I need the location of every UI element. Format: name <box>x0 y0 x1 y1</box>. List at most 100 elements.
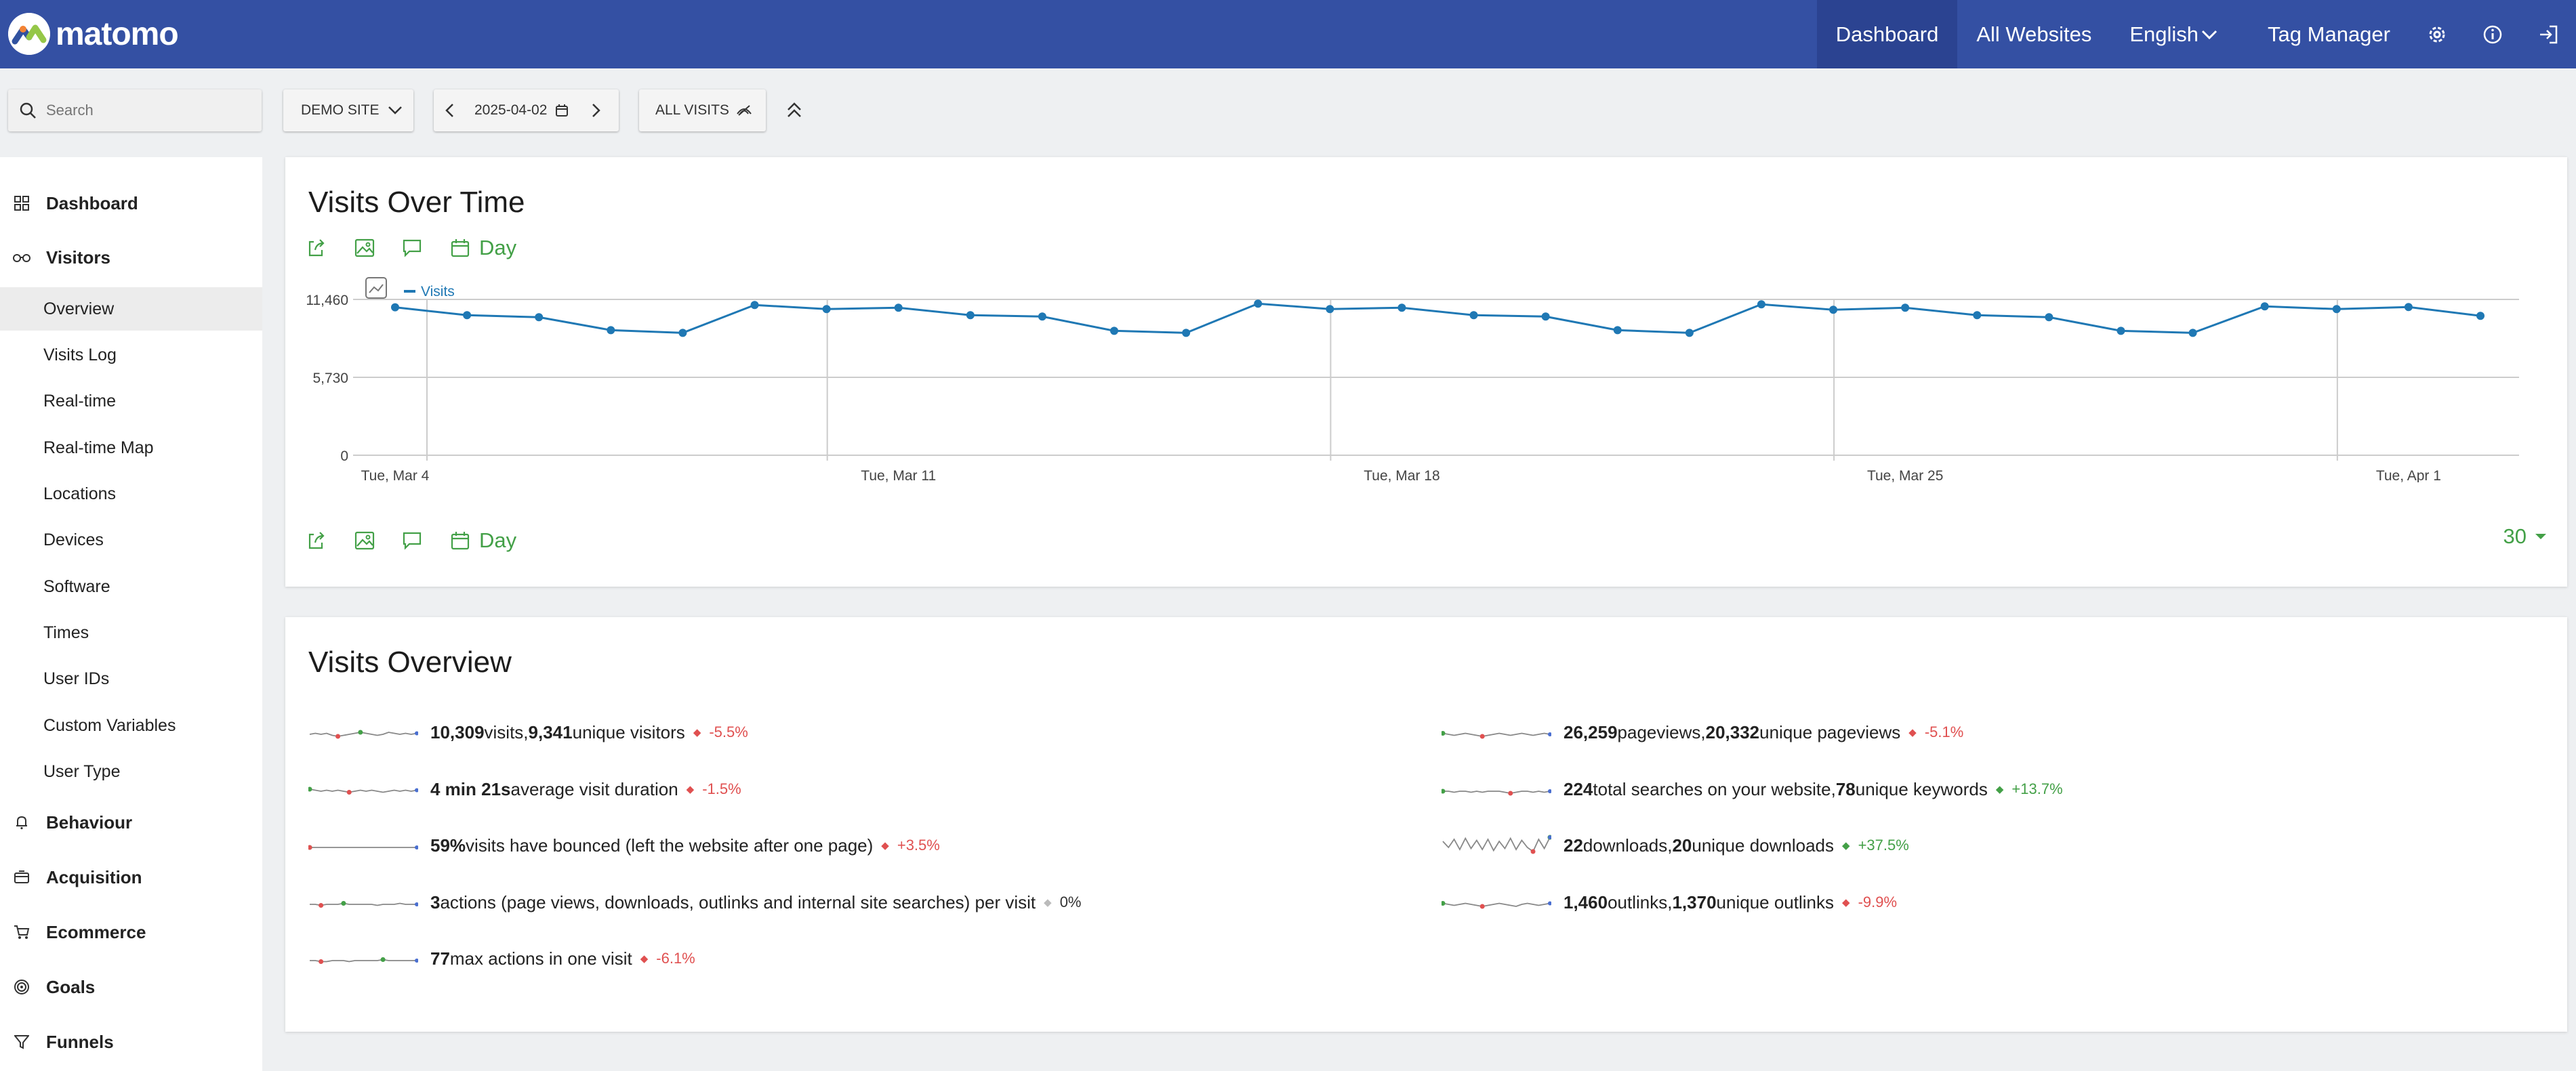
visits-over-time-widget: Visits Over Time Day 11,460 5,730 0 Tue, Ma… <box>285 157 2567 587</box>
sparkline-min-marker <box>346 790 352 795</box>
trend-marker-icon: ◆ <box>1908 727 1917 738</box>
sparkline-chart <box>308 845 418 850</box>
sidebar-item-user-type[interactable]: User Type <box>0 750 262 793</box>
sidebar-item-dashboard[interactable]: Dashboard <box>0 183 262 224</box>
trend-marker-icon: ◆ <box>881 840 889 852</box>
sign-out-button[interactable] <box>2520 0 2576 68</box>
top-bar: matomo Dashboard All Websites English Ta… <box>0 0 2576 68</box>
sidebar-item-real-time[interactable]: Real-time <box>0 379 262 423</box>
sparkline-last-marker <box>415 788 418 793</box>
sidebar-item-funnels[interactable]: Funnels <box>0 1022 262 1062</box>
data-point <box>1182 329 1191 337</box>
sidebar-item-ecommerce[interactable]: Ecommerce <box>0 912 262 952</box>
chevron-down-icon <box>388 106 402 114</box>
search-input[interactable] <box>46 102 236 119</box>
metric-label: downloads, <box>1582 835 1673 856</box>
sparkline-row[interactable]: 22 downloads, 20 unique downloads ◆ +37.5% <box>1442 831 1909 860</box>
sidebar-item-visitors[interactable]: Visitors <box>0 237 262 278</box>
sidebar-item-behaviour[interactable]: Behaviour <box>0 802 262 843</box>
sparkline-row[interactable]: 4 min 21s average visit duration ◆ -1.5% <box>308 774 741 804</box>
data-point <box>1326 305 1334 314</box>
data-point <box>1973 311 1982 320</box>
sparkline-max-marker <box>341 901 346 906</box>
sparkline-max-marker <box>1442 901 1446 906</box>
limit-selector[interactable]: 30 <box>2503 524 2547 549</box>
search-box[interactable] <box>8 89 262 131</box>
metric-label: outlinks, <box>1608 891 1673 912</box>
trend-marker-icon: ◆ <box>1044 897 1052 908</box>
sidebar-item-locations[interactable]: Locations <box>0 472 262 516</box>
sidebar-item-overview[interactable]: Overview <box>0 287 262 331</box>
y-tick-label: 5,730 <box>312 371 348 386</box>
date-selector: 2025-04-02 <box>434 89 619 131</box>
sparkline-last-marker <box>1548 789 1551 793</box>
sparkline-row[interactable]: 10,309 visits, 9,341 unique visitors ◆ -5.… <box>308 717 748 747</box>
trend-marker-icon: ◆ <box>686 784 695 795</box>
nav-tag-manager[interactable]: Tag Manager <box>2245 0 2409 68</box>
sidebar-item-devices[interactable]: Devices <box>0 518 262 562</box>
sparkline-line <box>309 732 417 737</box>
data-point <box>894 303 903 312</box>
export-image-button[interactable] <box>354 526 402 555</box>
sparkline-last-marker <box>415 902 418 906</box>
data-point <box>966 311 975 320</box>
calendar-icon[interactable] <box>555 104 569 117</box>
sidebar-item-custom-variables[interactable]: Custom Variables <box>0 704 262 747</box>
metric-value: 26,259 <box>1563 721 1618 742</box>
acquisition-icon <box>12 870 31 884</box>
previous-period-button[interactable] <box>443 102 457 119</box>
sidebar-item-goals[interactable]: Goals <box>0 967 262 1007</box>
sidebar-item-visits-log[interactable]: Visits Log <box>0 333 262 377</box>
sparkline-min-marker <box>319 959 324 964</box>
sparkline-row[interactable]: 224 total searches on your website, 78 u… <box>1442 774 2063 804</box>
sparkline-max-marker <box>358 730 363 735</box>
sidebar-item-label: Acquisition <box>46 866 142 887</box>
dashboard-icon <box>12 196 31 211</box>
legend-label-visits: Visits <box>421 284 455 299</box>
collapse-controls-button[interactable] <box>781 95 808 126</box>
binoculars-icon <box>12 252 31 263</box>
next-period-button[interactable] <box>589 102 602 119</box>
sidebar-item-user-ids[interactable]: User IDs <box>0 657 262 700</box>
sparkline-row[interactable]: 26,259 pageviews, 20,332 unique pageview… <box>1442 717 1963 747</box>
export-button[interactable] <box>307 526 354 555</box>
metric-label: unique downloads <box>1692 835 1835 856</box>
sparkline-row[interactable]: 1,460 outlinks, 1,370 unique outlinks ◆ -9… <box>1442 887 1897 917</box>
sparkline-last-marker <box>415 845 418 849</box>
date-selector-label[interactable]: 2025-04-02 <box>474 102 547 119</box>
annotations-button[interactable] <box>402 526 449 555</box>
sparkline-max-marker <box>1442 789 1446 794</box>
data-point <box>2476 312 2485 320</box>
change-indicator: ◆ +3.5% <box>881 837 940 854</box>
segment-selector[interactable]: ALL VISITS <box>639 89 766 131</box>
help-button[interactable] <box>2465 0 2520 68</box>
sparkline-chart <box>308 786 418 795</box>
sidebar-item-acquisition[interactable]: Acquisition <box>0 857 262 898</box>
metric-value: 9,341 <box>528 721 573 742</box>
calendar-icon <box>451 532 470 550</box>
language-selector[interactable]: English <box>2110 0 2245 68</box>
data-point <box>750 301 759 310</box>
change-value: 0% <box>1059 894 1082 910</box>
sparkline-row[interactable]: 77 max actions in one visit ◆ -6.1% <box>308 944 695 973</box>
comment-icon <box>403 532 422 550</box>
metric-value: 1,370 <box>1672 891 1717 912</box>
nav-dashboard[interactable]: Dashboard <box>1816 0 1958 68</box>
change-value: -5.1% <box>1924 723 1964 740</box>
metric-label: average visit duration <box>510 778 678 799</box>
sidebar-item-software[interactable]: Software <box>0 565 262 608</box>
sign-out-icon <box>2540 25 2558 43</box>
nav-all-websites[interactable]: All Websites <box>1957 0 2110 68</box>
period-selector[interactable]: Day <box>451 528 516 553</box>
metric-value: 3 <box>430 891 441 912</box>
sparkline-row[interactable]: 59% visits have bounced (left the websit… <box>308 831 940 860</box>
data-point <box>1038 312 1046 321</box>
data-point <box>1254 299 1263 308</box>
site-selector[interactable]: DEMO SITE <box>283 89 413 131</box>
sidebar-item-real-time-map[interactable]: Real-time Map <box>0 426 262 469</box>
sidebar-item-times[interactable]: Times <box>0 611 262 654</box>
matomo-logo[interactable]: matomo <box>8 13 179 55</box>
sparkline-row[interactable]: 3 actions (page views, downloads, outlin… <box>308 887 1081 917</box>
settings-button[interactable] <box>2409 0 2465 68</box>
data-point <box>535 313 544 322</box>
